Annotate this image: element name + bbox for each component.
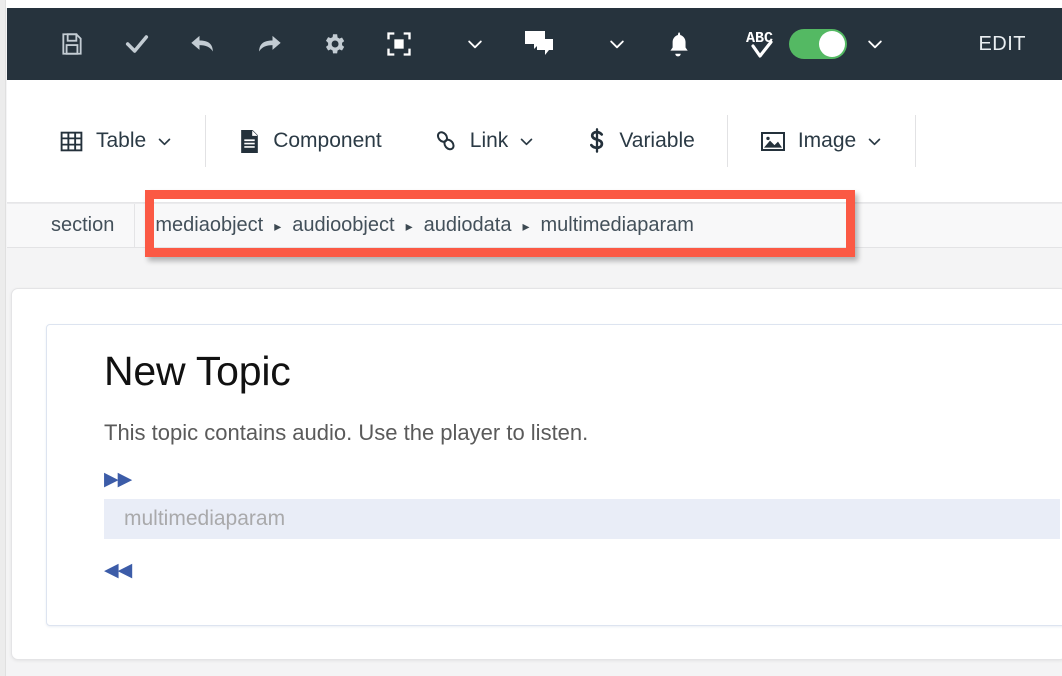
save-icon[interactable] (59, 31, 85, 57)
breadcrumb: section mediaobject ▸ audioobject ▸ audi… (7, 203, 1062, 248)
image-chevron-down-icon[interactable] (866, 133, 883, 150)
variable-button[interactable]: Variable (561, 115, 721, 167)
link-icon (434, 129, 458, 153)
image-label: Image (798, 129, 856, 153)
notifications-icon[interactable] (665, 30, 691, 58)
component-button[interactable]: Component (212, 115, 408, 167)
page-title[interactable]: New Topic (104, 347, 1062, 396)
validate-icon[interactable] (123, 30, 151, 58)
table-label: Table (96, 129, 146, 153)
topic-paragraph[interactable]: This topic contains audio. Use the playe… (104, 420, 1062, 446)
breadcrumb-item-mediaobject[interactable]: mediaobject (155, 214, 263, 237)
breadcrumb-path: mediaobject ▸ audioobject ▸ audiodata ▸ … (135, 204, 714, 247)
action-separator (205, 115, 206, 167)
spellcheck-icon[interactable]: ABC (745, 26, 779, 62)
redo-icon[interactable] (255, 30, 283, 58)
breadcrumb-separator-icon: ▸ (274, 219, 281, 233)
window-left-edge (0, 0, 6, 676)
action-separator-2 (727, 115, 728, 167)
settings-icon[interactable] (321, 31, 347, 57)
window-top-edge (0, 0, 1062, 8)
table-menu-button[interactable]: Table (7, 115, 199, 167)
breadcrumb-separator-icon: ▸ (522, 219, 529, 233)
link-label: Link (470, 129, 509, 153)
fullscreen-chevron-down-icon[interactable] (465, 34, 485, 54)
comments-icon[interactable] (523, 29, 555, 59)
element-close-marker-icon[interactable]: ◀◀ (104, 561, 1062, 580)
spellcheck-toggle[interactable] (789, 29, 847, 59)
breadcrumb-item-audioobject[interactable]: audioobject (292, 214, 394, 237)
link-menu-button[interactable]: Link (408, 115, 562, 167)
component-icon (238, 129, 261, 154)
comments-chevron-down-icon[interactable] (607, 34, 627, 54)
editor-window: ABC EDIT Table (0, 0, 1062, 676)
multimediaparam-field[interactable]: multimediaparam (104, 499, 1060, 539)
action-separator-3 (915, 115, 916, 167)
table-icon (59, 129, 84, 154)
spellcheck-chevron-down-icon[interactable] (865, 34, 885, 54)
breadcrumb-separator-icon: ▸ (406, 219, 413, 233)
main-toolbar: ABC EDIT (7, 8, 1062, 80)
edit-mode-button[interactable]: EDIT (978, 33, 1032, 56)
editor-canvas: New Topic This topic contains audio. Use… (11, 288, 1062, 660)
image-menu-button[interactable]: Image (734, 115, 909, 167)
variable-label: Variable (619, 129, 695, 153)
topic-editor-body[interactable]: New Topic This topic contains audio. Use… (46, 324, 1062, 626)
component-label: Component (273, 129, 382, 153)
breadcrumb-item-audiodata[interactable]: audiodata (424, 214, 512, 237)
image-icon (760, 129, 786, 153)
variable-icon (587, 128, 607, 155)
link-chevron-down-icon[interactable] (518, 133, 535, 150)
element-open-marker-icon[interactable]: ▶▶ (104, 470, 1062, 489)
undo-icon[interactable] (189, 30, 217, 58)
breadcrumb-root[interactable]: section (7, 204, 135, 247)
toggle-knob (819, 31, 845, 57)
insert-action-bar: Table Component (7, 80, 1062, 203)
fullscreen-icon[interactable] (385, 30, 413, 58)
table-chevron-down-icon[interactable] (156, 133, 173, 150)
breadcrumb-item-multimediaparam[interactable]: multimediaparam (541, 214, 694, 237)
multimediaparam-placeholder: multimediaparam (124, 507, 285, 531)
